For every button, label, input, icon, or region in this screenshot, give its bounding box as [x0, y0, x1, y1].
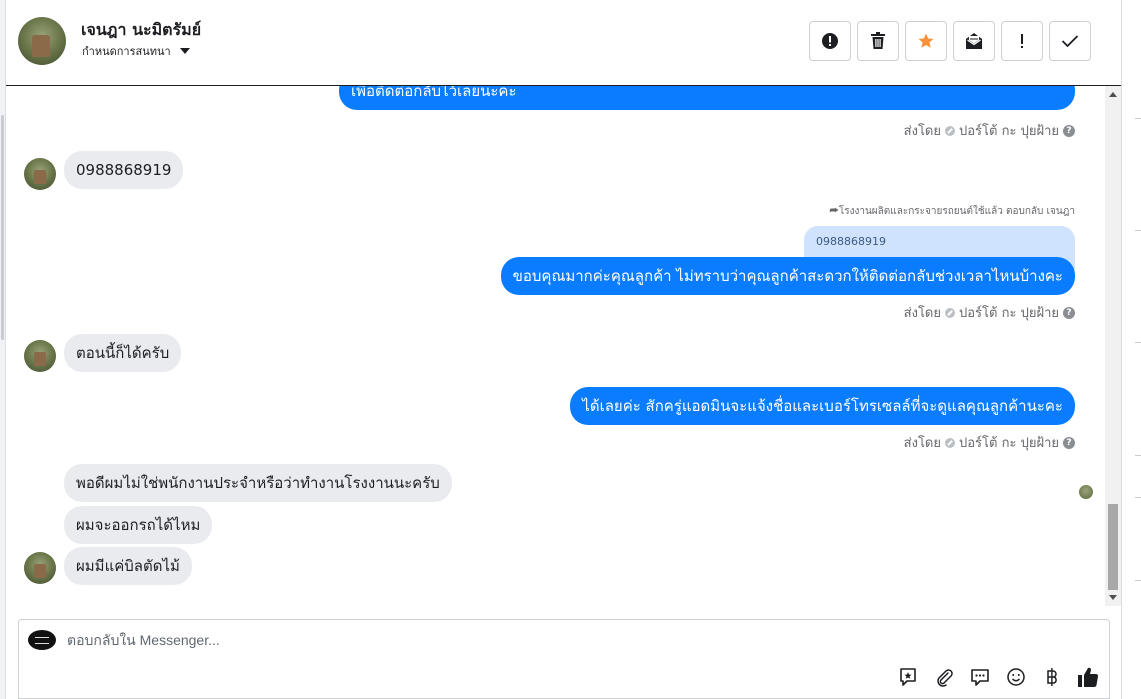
sent-by-label: ส่งโดย — [903, 436, 941, 451]
contact-chat-avatar — [24, 158, 56, 190]
reply-arrow-icon: ⮫ — [829, 206, 839, 217]
message-text: 0988868919 — [76, 161, 172, 179]
thread-scrollbar[interactable] — [1105, 86, 1121, 606]
page-badge-icon — [945, 437, 955, 448]
mark-unread-icon — [966, 33, 982, 49]
emoji-icon — [1007, 668, 1025, 686]
seen-indicator-avatar — [1079, 485, 1093, 499]
reply-note-text: โรงงานผลิตและกระจายรถยนต์ใช้แล้ว ตอบกลับ… — [838, 206, 1075, 217]
edge-tick — [1135, 497, 1141, 498]
message-thread[interactable]: เพื่อติดต่อกลับไว้เลยนะคะ ส่งโดย ปอร์โต้… — [6, 86, 1105, 606]
reply-composer — [18, 619, 1110, 699]
message-outgoing[interactable]: เพื่อติดต่อกลับไว้เลยนะคะ — [339, 86, 1075, 110]
conversation-header: เจนฎา นะมิตรัมย์ กำหนดการสนทนา — [6, 0, 1121, 86]
spam-icon — [822, 33, 838, 49]
star-icon — [918, 33, 934, 48]
page-badge-icon — [945, 307, 955, 318]
edge-tick — [1135, 580, 1141, 581]
message-text: ได้เลยค่ะ สักครู่แอดมินจะแจ้งชื่อและเบอร… — [582, 397, 1063, 415]
saved-reply-button[interactable] — [897, 666, 919, 688]
edge-tick — [1135, 455, 1141, 456]
edge-tick — [1135, 118, 1141, 119]
like-button[interactable] — [1077, 666, 1099, 688]
message-text: ผมมีแค่บิลตัดไม้ — [76, 557, 180, 575]
attach-icon — [937, 669, 953, 687]
composer-tools — [897, 666, 1099, 688]
delete-button[interactable] — [857, 21, 899, 61]
sent-by-line: ส่งโดย ปอร์โต้ กะ ปุยฝ้าย ? — [904, 120, 1075, 141]
sent-by-line: ส่งโดย ปอร์โต้ กะ ปุยฝ้าย ? — [904, 432, 1075, 453]
message-text: ตอนนี้ก็ได้ครับ — [76, 344, 170, 362]
sender-name: ปอร์โต้ กะ ปุยฝ้าย — [959, 306, 1059, 321]
sent-by-label: ส่งโดย — [903, 306, 941, 321]
done-button[interactable] — [1049, 21, 1091, 61]
page-avatar — [28, 630, 56, 650]
caret-down-icon — [179, 48, 190, 54]
edge-tick — [1135, 230, 1141, 231]
trash-icon — [871, 32, 885, 49]
contact-chat-avatar — [24, 340, 56, 372]
thread-scroll-thumb[interactable] — [1108, 504, 1118, 590]
sender-name: ปอร์โต้ กะ ปุยฝ้าย — [959, 436, 1059, 451]
message-text: พอดีผมไม่ใช่พนักงานประจำหรือว่าทำงานโรงง… — [76, 474, 440, 492]
contact-avatar[interactable] — [18, 17, 66, 65]
star-button[interactable] — [905, 21, 947, 61]
emoji-button[interactable] — [1005, 666, 1027, 688]
follow-up-button[interactable] — [1001, 21, 1043, 61]
check-icon — [1061, 35, 1079, 48]
help-icon[interactable]: ? — [1063, 436, 1075, 449]
help-icon[interactable]: ? — [1063, 306, 1075, 319]
contact-name[interactable]: เจนฎา นะมิตรัมย์ — [81, 18, 201, 43]
message-incoming[interactable]: ผมจะออกรถได้ไหม — [64, 506, 213, 544]
help-icon[interactable]: ? — [1063, 124, 1075, 137]
attach-button[interactable] — [933, 666, 955, 688]
scroll-up-arrow-icon[interactable] — [1109, 92, 1117, 97]
chat-icon — [971, 669, 989, 686]
reply-input[interactable] — [67, 632, 867, 648]
message-text: ขอบคุณมากค่ะคุณลูกค้า ไม่ทราบว่าคุณลูกค้… — [512, 267, 1063, 285]
message-incoming[interactable]: 0988868919 — [64, 151, 184, 189]
quick-message-button[interactable] — [969, 666, 991, 688]
message-outgoing[interactable]: ได้เลยค่ะ สักครู่แอดมินจะแจ้งชื่อและเบอร… — [570, 387, 1075, 425]
exclamation-icon — [1021, 34, 1023, 48]
header-toolbar — [809, 21, 1091, 61]
contact-chat-avatar — [24, 552, 56, 584]
spam-button[interactable] — [809, 21, 851, 61]
sent-by-label: ส่งโดย — [903, 124, 941, 139]
inbox-window: เจนฎา นะมิตรัมย์ กำหนดการสนทนา เพื่อติดต… — [0, 0, 1141, 699]
message-text: เพื่อติดต่อกลับไว้เลยนะคะ — [351, 86, 517, 100]
sent-by-line: ส่งโดย ปอร์โต้ กะ ปุยฝ้าย ? — [904, 302, 1075, 323]
reply-note: ⮫โรงงานผลิตและกระจายรถยนต์ใช้แล้ว ตอบกลั… — [830, 204, 1075, 219]
assign-conversation-dropdown[interactable]: กำหนดการสนทนา — [82, 42, 190, 60]
like-icon — [1078, 667, 1099, 688]
quoted-text: 0988868919 — [816, 235, 886, 248]
message-outgoing[interactable]: ขอบคุณมากค่ะคุณลูกค้า ไม่ทราบว่าคุณลูกค้… — [500, 257, 1075, 295]
baht-icon — [1047, 668, 1057, 686]
message-text: ผมจะออกรถได้ไหม — [76, 516, 201, 534]
payment-button[interactable] — [1041, 666, 1063, 688]
message-incoming[interactable]: พอดีผมไม่ใช่พนักงานประจำหรือว่าทำงานโรงง… — [64, 464, 452, 502]
right-panel-edge — [1121, 0, 1141, 699]
page-badge-icon — [945, 125, 955, 136]
edge-tick — [1135, 342, 1141, 343]
assign-label: กำหนดการสนทนา — [82, 45, 171, 58]
scroll-down-arrow-icon[interactable] — [1109, 595, 1117, 600]
message-incoming[interactable]: ตอนนี้ก็ได้ครับ — [64, 334, 182, 372]
sender-name: ปอร์โต้ กะ ปุยฝ้าย — [959, 124, 1059, 139]
left-scroll-thumb[interactable] — [1, 115, 4, 340]
saved-reply-icon — [900, 668, 916, 686]
mark-unread-button[interactable] — [953, 21, 995, 61]
message-incoming[interactable]: ผมมีแค่บิลตัดไม้ — [64, 547, 192, 585]
